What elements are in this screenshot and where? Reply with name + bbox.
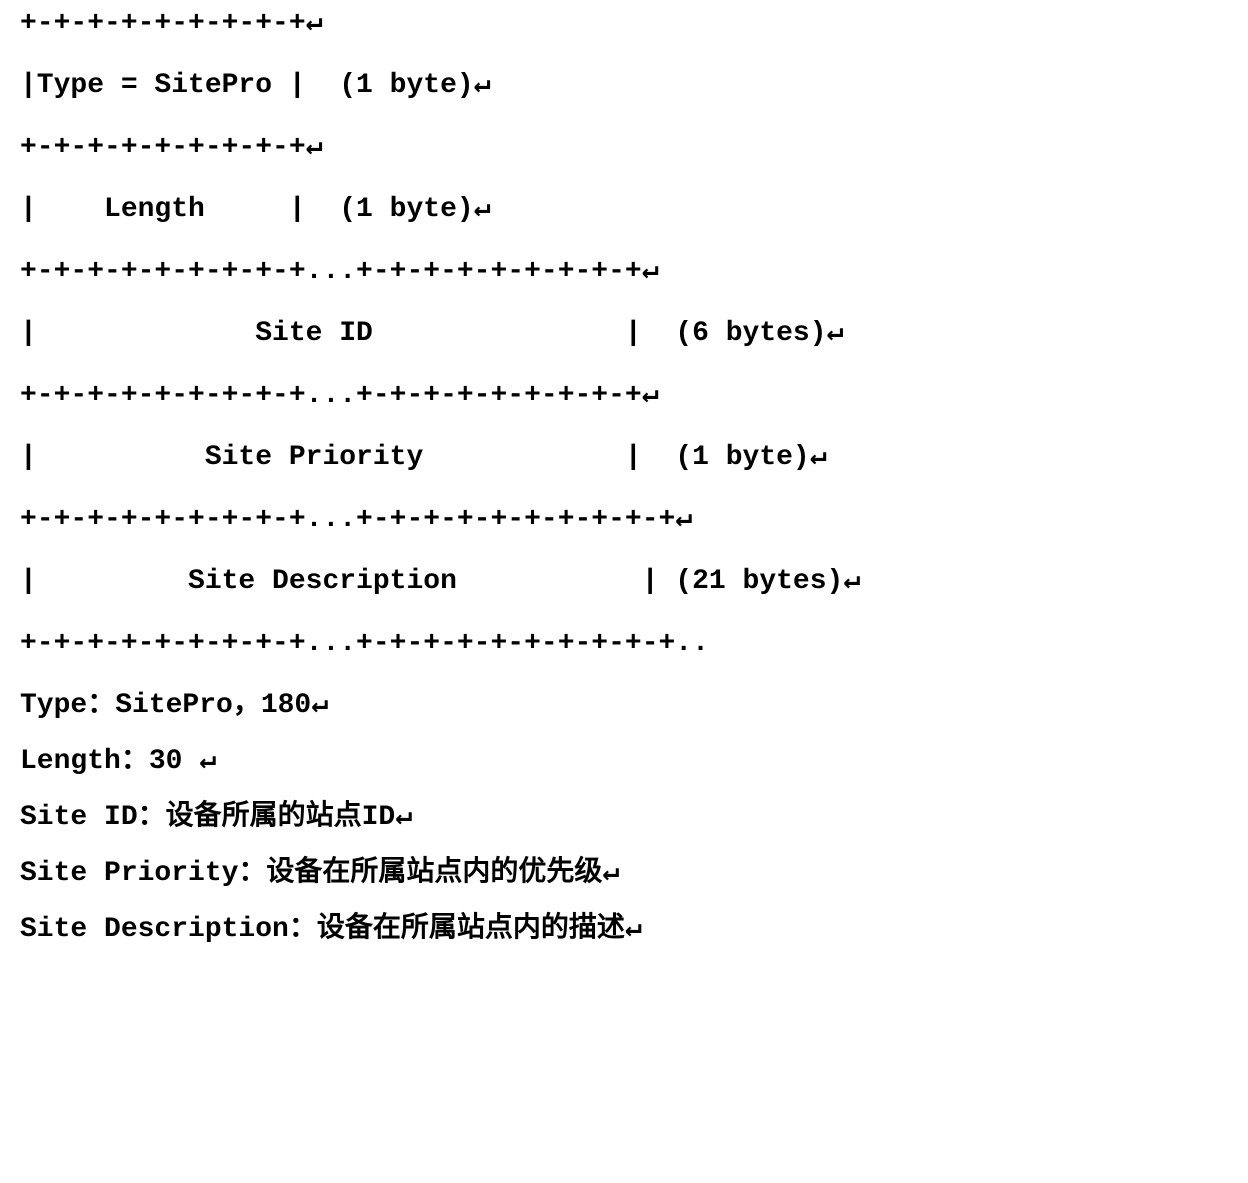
ascii-row-7: +-+-+-+-+-+-+-+-+...+-+-+-+-+-+-+-+-+↵	[20, 382, 1228, 410]
ascii-row-4: | Length | (1 byte)↵	[20, 196, 1228, 224]
ascii-row-11: +-+-+-+-+-+-+-+-+...+-+-+-+-+-+-+-+-+-+.…	[20, 630, 1228, 658]
desc-site-description: Site Description：设备在所属站点内的描述↵	[20, 916, 1228, 944]
desc-site-id: Site ID：设备所属的站点ID↵	[20, 804, 1228, 832]
desc-length: Length：30 ↵	[20, 748, 1228, 776]
ascii-row-1: +-+-+-+-+-+-+-+-+↵	[20, 10, 1228, 38]
desc-site-priority: Site Priority：设备在所属站点内的优先级↵	[20, 860, 1228, 888]
desc-type: Type：SitePro，180↵	[20, 692, 1228, 720]
ascii-row-5: +-+-+-+-+-+-+-+-+...+-+-+-+-+-+-+-+-+↵	[20, 258, 1228, 286]
ascii-row-3: +-+-+-+-+-+-+-+-+↵	[20, 134, 1228, 162]
ascii-row-2: |Type = SitePro | (1 byte)↵	[20, 72, 1228, 100]
ascii-row-8: | Site Priority | (1 byte)↵	[20, 444, 1228, 472]
ascii-row-10: | Site Description | (21 bytes)↵	[20, 568, 1228, 596]
ascii-row-6: | Site ID | (6 bytes)↵	[20, 320, 1228, 348]
ascii-row-9: +-+-+-+-+-+-+-+-+...+-+-+-+-+-+-+-+-+-+↵	[20, 506, 1228, 534]
